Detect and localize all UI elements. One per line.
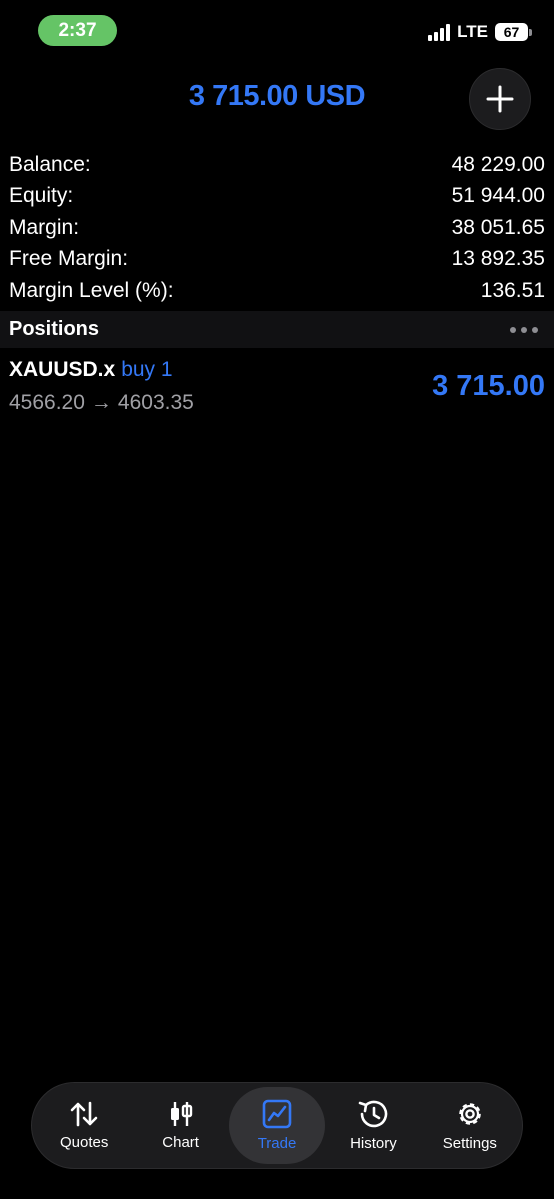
tab-chart-label: Chart [162, 1134, 199, 1151]
summary-row-balance: Balance: 48 229.00 [9, 149, 545, 181]
tab-quotes[interactable]: Quotes [36, 1087, 132, 1164]
tab-trade-label: Trade [257, 1135, 297, 1152]
tab-settings[interactable]: Settings [422, 1087, 518, 1164]
margin-label: Margin: [9, 215, 80, 239]
summary-row-free-margin: Free Margin: 13 892.35 [9, 244, 545, 276]
trade-screen: 2:37 LTE 67 3 715.00 USD Balance: 48 229… [0, 0, 554, 1199]
status-time: 2:37 [38, 15, 117, 46]
balance-label: Balance: [9, 152, 91, 176]
position-header-line: XAUUSD.x buy 1 [9, 358, 173, 382]
candlestick-icon [170, 1102, 192, 1126]
tab-trade[interactable]: Trade [228, 1087, 326, 1164]
free-margin-value: 13 892.35 [451, 247, 545, 271]
network-type: LTE [457, 22, 488, 41]
position-symbol: XAUUSD.x [9, 358, 116, 381]
history-clock-icon [359, 1100, 388, 1128]
position-open-price: 4566.20 [9, 391, 85, 414]
bottom-tab-bar: Quotes Chart Trade History Settings [31, 1082, 523, 1169]
summary-row-margin-level: Margin Level (%): 136.51 [9, 275, 545, 307]
summary-row-equity: Equity: 51 944.00 [9, 181, 545, 213]
tab-history[interactable]: History [325, 1087, 421, 1164]
margin-value: 38 051.65 [451, 215, 545, 239]
tab-chart[interactable]: Chart [132, 1087, 228, 1164]
summary-row-margin: Margin: 38 051.65 [9, 212, 545, 244]
position-current-price: 4603.35 [117, 391, 194, 414]
margin-level-value: 136.51 [480, 278, 545, 302]
position-row[interactable]: XAUUSD.x buy 1 4566.20 → 4603.35 3 715.0… [9, 356, 545, 420]
arrow-right-icon: → [90, 391, 112, 414]
margin-level-label: Margin Level (%): [9, 278, 174, 302]
positions-title: Positions [9, 318, 100, 340]
equity-value: 51 944.00 [451, 184, 545, 208]
position-profit: 3 715.00 [432, 370, 545, 402]
trade-chart-icon [262, 1099, 292, 1129]
signal-icon [428, 23, 451, 41]
account-summary: Balance: 48 229.00 Equity: 51 944.00 Mar… [9, 149, 545, 307]
gear-icon [459, 1103, 481, 1125]
free-margin-label: Free Margin: [9, 247, 129, 271]
position-prices: 4566.20 → 4603.35 [9, 391, 194, 415]
status-indicators: LTE 67 [428, 22, 532, 42]
tab-quotes-label: Quotes [60, 1134, 109, 1151]
positions-section-header: Positions [0, 311, 554, 348]
equity-label: Equity: [9, 184, 74, 208]
more-options-icon[interactable] [510, 326, 538, 333]
plus-icon [486, 85, 514, 113]
battery-icon: 67 [495, 23, 532, 41]
tab-settings-label: Settings [442, 1135, 497, 1152]
tab-history-label: History [350, 1135, 397, 1152]
balance-value: 48 229.00 [451, 152, 545, 176]
arrows-updown-icon [70, 1101, 98, 1127]
position-side: buy 1 [121, 358, 173, 381]
add-order-button[interactable] [469, 68, 531, 130]
